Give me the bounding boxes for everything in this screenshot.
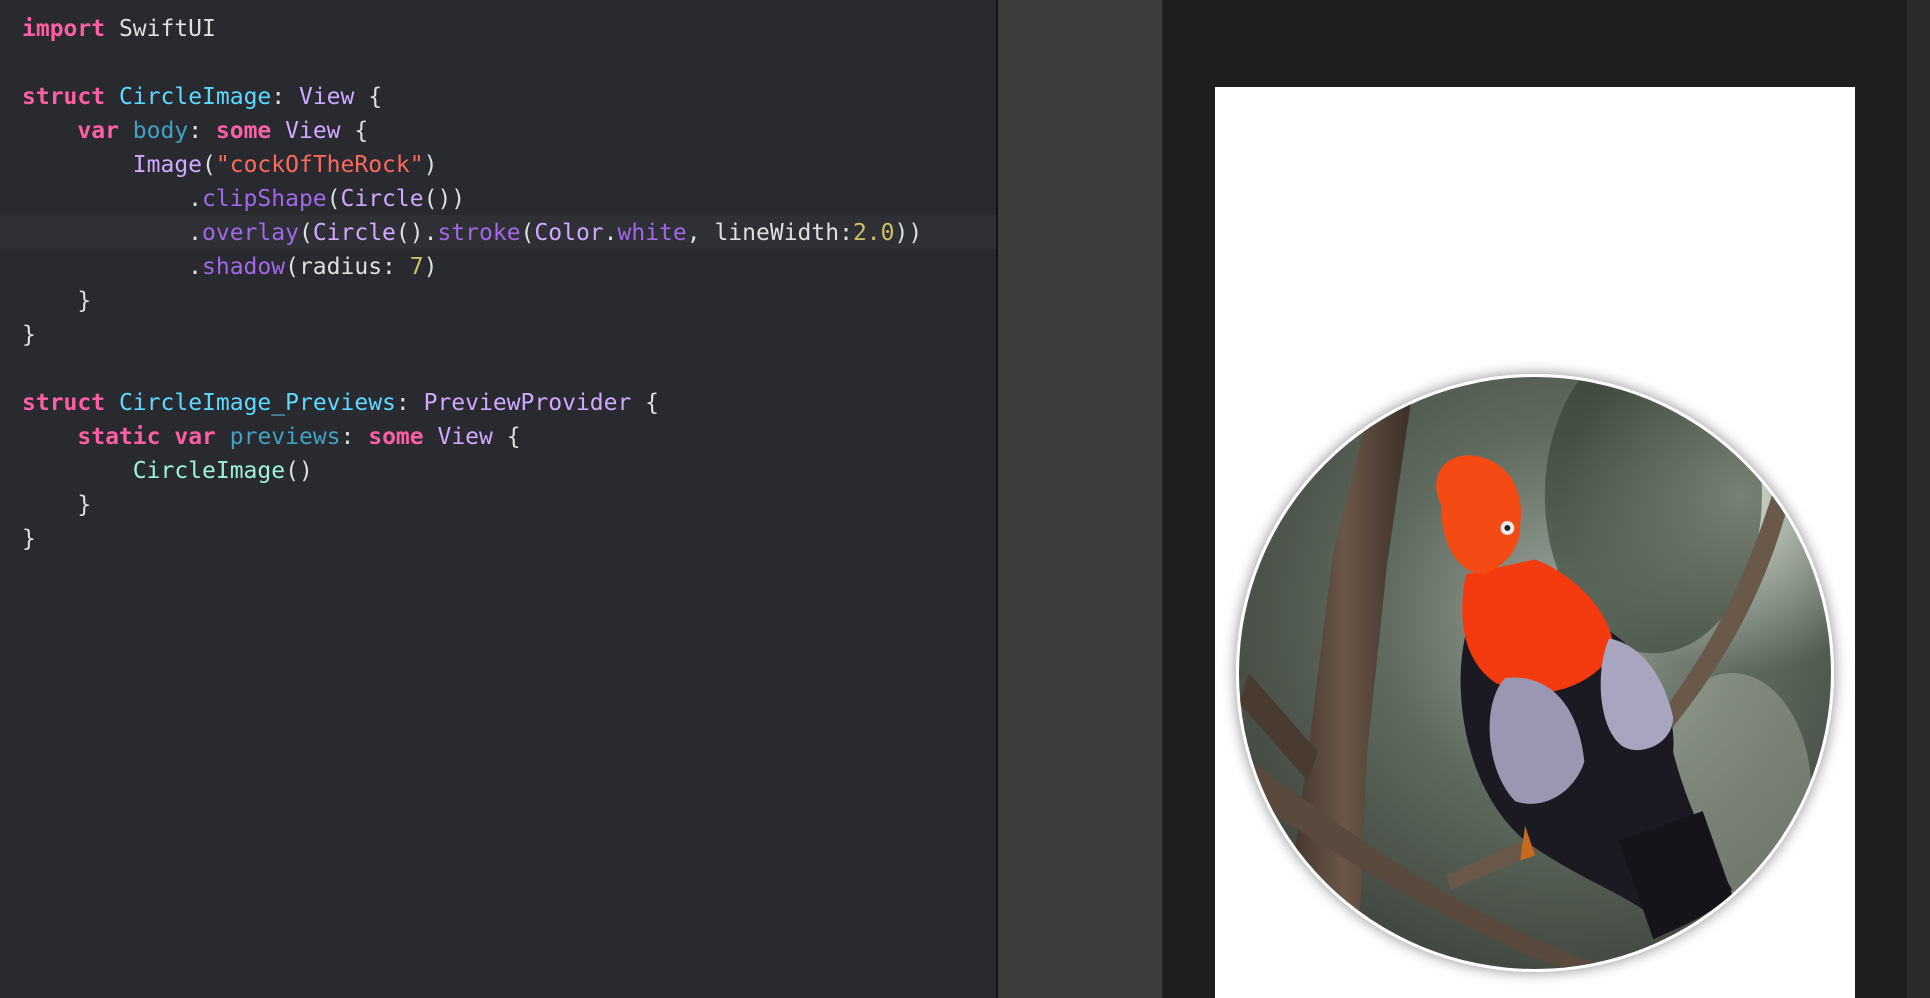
code-token: : bbox=[395, 390, 424, 416]
code-editor[interactable]: import SwiftUI struct CircleImage: View {… bbox=[0, 0, 996, 998]
code-line[interactable]: } bbox=[22, 284, 922, 318]
code-line[interactable]: } bbox=[22, 522, 922, 556]
code-token: var bbox=[174, 424, 216, 450]
code-token: () bbox=[285, 458, 313, 484]
code-token: PreviewProvider bbox=[423, 390, 632, 416]
canvas-gutter bbox=[998, 0, 1162, 998]
code-token: Image bbox=[132, 152, 203, 178]
code-token: struct bbox=[22, 390, 106, 416]
code-token: overlay bbox=[202, 220, 299, 246]
code-token: ( bbox=[326, 186, 341, 212]
code-token: struct bbox=[22, 84, 106, 110]
code-token: SwiftUI bbox=[105, 16, 216, 42]
code-token: ()) bbox=[423, 186, 466, 212]
code-token: . bbox=[22, 186, 203, 212]
code-token: CircleImage bbox=[132, 458, 286, 484]
canvas-right-edge bbox=[1907, 0, 1930, 998]
code-token: View bbox=[285, 118, 341, 144]
code-token: "cockOfTheRock" bbox=[215, 152, 424, 178]
code-token: ( bbox=[202, 152, 216, 178]
code-line[interactable]: import SwiftUI bbox=[22, 12, 922, 46]
code-token: ( bbox=[298, 220, 313, 246]
code-token: ( bbox=[520, 220, 535, 246]
code-token: some bbox=[368, 424, 424, 450]
code-token: . bbox=[22, 254, 203, 280]
code-token: (radius: bbox=[285, 254, 410, 280]
code-line[interactable]: Image("cockOfTheRock") bbox=[22, 148, 922, 182]
code-token: (). bbox=[395, 220, 438, 246]
code-token: : bbox=[271, 84, 299, 110]
code-token: shadow bbox=[202, 254, 286, 280]
code-line[interactable] bbox=[22, 352, 922, 386]
code-line[interactable] bbox=[22, 46, 922, 80]
code-token: View bbox=[298, 84, 355, 110]
code-token: { bbox=[340, 118, 369, 144]
code-line[interactable]: struct CircleImage_Previews: PreviewProv… bbox=[22, 386, 922, 420]
code-token: 2.0 bbox=[852, 220, 895, 246]
code-line[interactable]: CircleImage() bbox=[22, 454, 922, 488]
code-token: stroke bbox=[437, 220, 521, 246]
code-token: ) bbox=[423, 254, 438, 280]
code-token: : bbox=[188, 118, 216, 144]
code-token: Circle bbox=[340, 186, 424, 212]
code-token: } bbox=[22, 288, 92, 314]
code-token: } bbox=[22, 492, 92, 518]
code-line[interactable]: struct CircleImage: View { bbox=[22, 80, 922, 114]
code-token: : bbox=[340, 424, 369, 450]
code-token: )) bbox=[894, 220, 923, 246]
circle-image bbox=[1236, 374, 1834, 972]
code-token: { bbox=[354, 84, 383, 110]
code-line[interactable]: static var previews: some View { bbox=[22, 420, 922, 454]
code-token: { bbox=[631, 390, 660, 416]
code-token: ) bbox=[423, 152, 438, 178]
code-line[interactable]: var body: some View { bbox=[22, 114, 922, 148]
source-code[interactable]: import SwiftUI struct CircleImage: View {… bbox=[22, 12, 922, 556]
code-token: CircleImage bbox=[118, 84, 272, 110]
code-token: white bbox=[617, 220, 687, 246]
code-token: . bbox=[22, 220, 203, 246]
code-token: Color bbox=[534, 220, 604, 246]
code-token: static bbox=[77, 424, 161, 450]
bird-photo bbox=[1239, 377, 1831, 969]
code-token: . bbox=[603, 220, 618, 246]
code-token: CircleImage_Previews bbox=[118, 390, 396, 416]
code-token: } bbox=[22, 526, 36, 552]
code-line[interactable]: } bbox=[22, 488, 922, 522]
code-line[interactable]: .overlay(Circle().stroke(Color.white, li… bbox=[22, 216, 922, 250]
code-token: View bbox=[437, 424, 493, 450]
code-token: , lineWidth: bbox=[686, 220, 853, 246]
code-line[interactable]: } bbox=[22, 318, 922, 352]
preview-device[interactable] bbox=[1215, 87, 1855, 998]
code-token: import bbox=[22, 16, 106, 42]
code-token: } bbox=[22, 322, 36, 348]
code-token: { bbox=[492, 424, 521, 450]
code-token: previews bbox=[229, 424, 341, 450]
code-token: body bbox=[132, 118, 189, 144]
code-token: Circle bbox=[312, 220, 396, 246]
code-token: some bbox=[215, 118, 272, 144]
code-line[interactable]: .clipShape(Circle()) bbox=[22, 182, 922, 216]
code-token: 7 bbox=[409, 254, 424, 280]
code-line[interactable]: .shadow(radius: 7) bbox=[22, 250, 922, 284]
code-token: var bbox=[77, 118, 119, 144]
code-token: clipShape bbox=[202, 186, 327, 212]
